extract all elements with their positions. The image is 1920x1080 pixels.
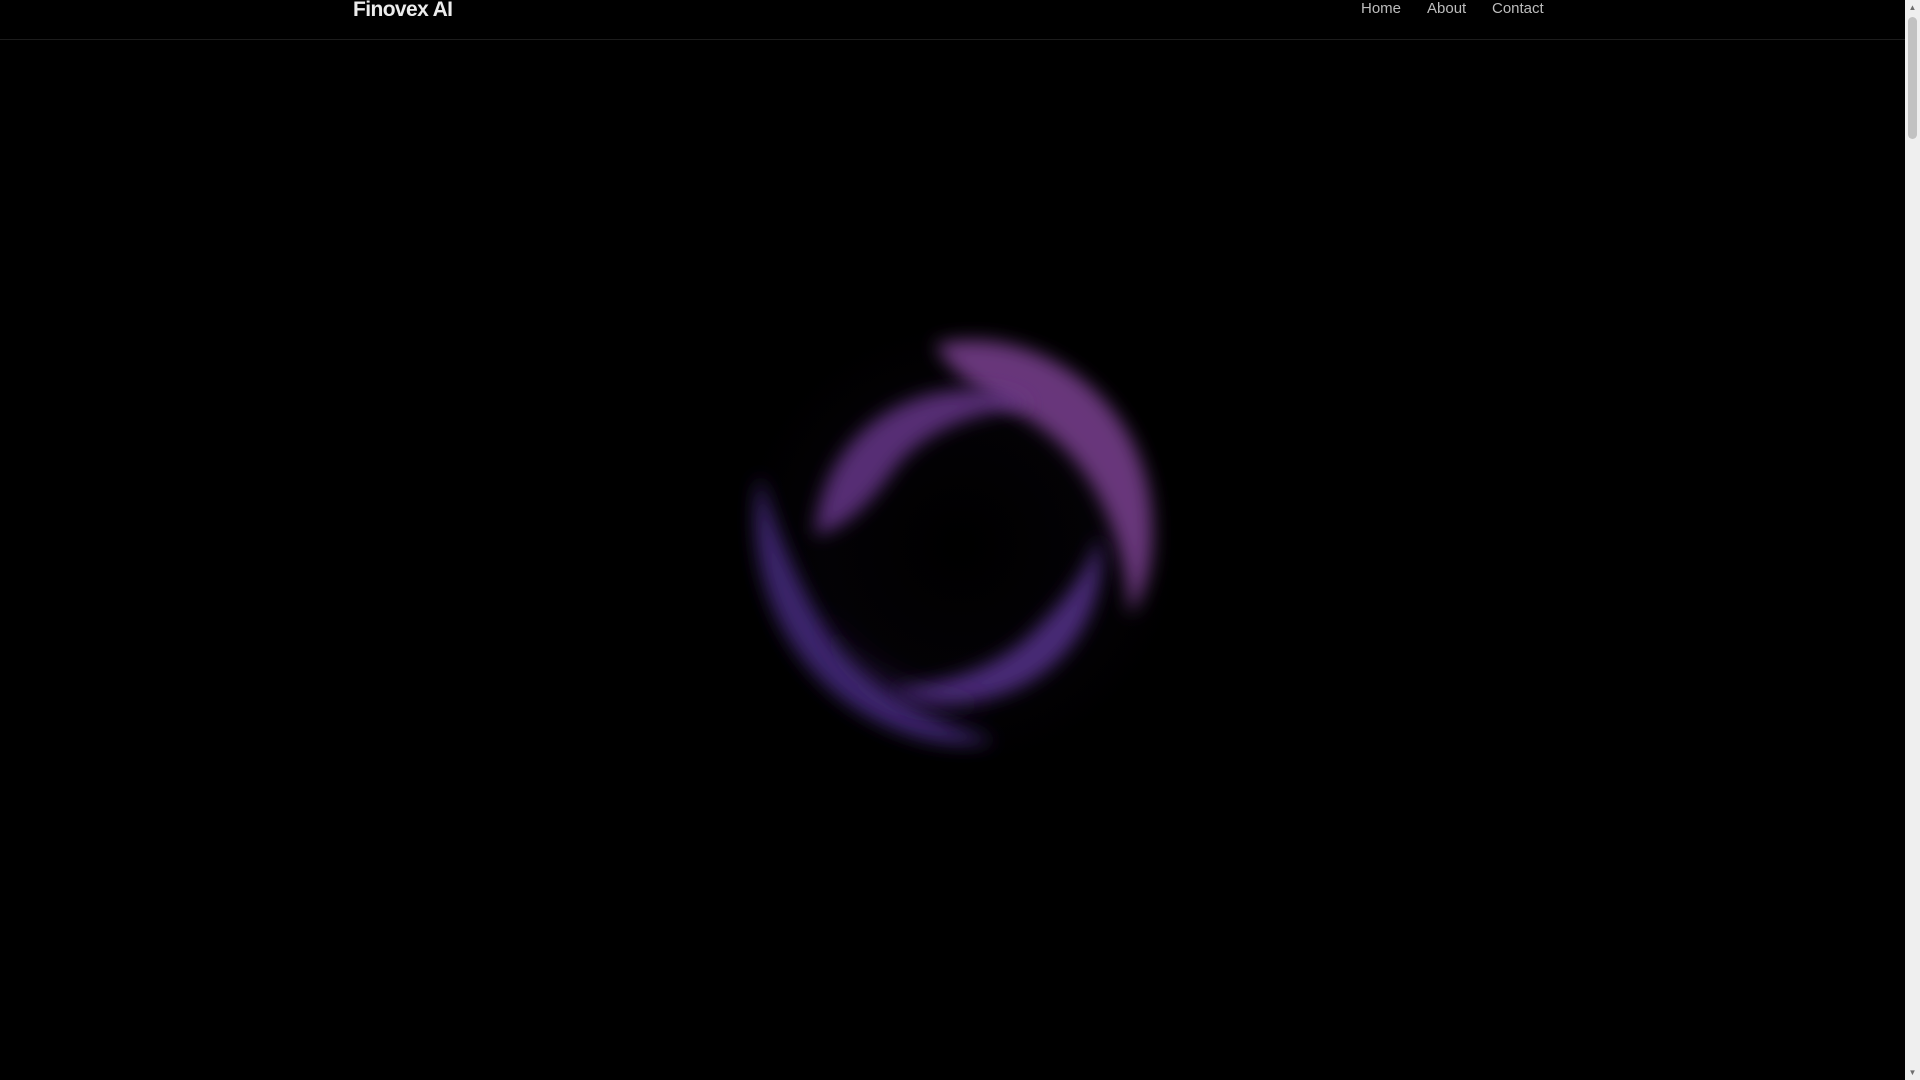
hero-orb-graphic	[730, 315, 1190, 775]
top-nav-bar: Finovex AI Home About Contact	[0, 0, 1905, 40]
scroll-up-arrow-icon[interactable]: ▲	[1905, 0, 1920, 15]
nav-link-about[interactable]: About	[1427, 0, 1466, 17]
brand-logo-link[interactable]: Finovex AI	[353, 0, 453, 22]
vertical-scrollbar[interactable]: ▲ ▼	[1905, 0, 1920, 1080]
nav-link-home[interactable]: Home	[1361, 0, 1401, 17]
nav-link-contact[interactable]: Contact	[1492, 0, 1544, 17]
scroll-down-arrow-icon[interactable]: ▼	[1905, 1065, 1920, 1080]
page: Finovex AI Home About Contact ▲ ▼	[0, 0, 1920, 1080]
scrollbar-thumb[interactable]	[1908, 17, 1917, 139]
orb-swirl-illustration	[735, 320, 1185, 770]
